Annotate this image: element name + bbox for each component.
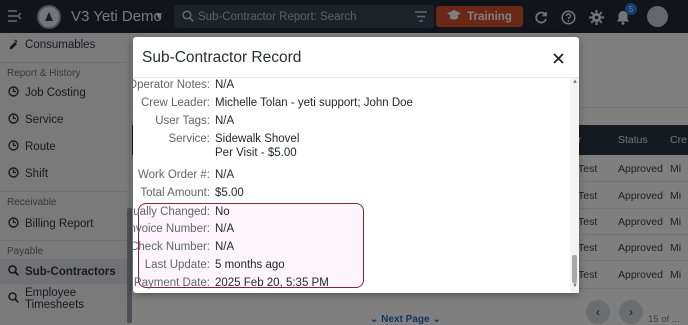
field-label: Manually Changed: bbox=[133, 206, 210, 218]
sub-contractor-record-modal: Sub-Contractor Record Operator Notes: N/… bbox=[133, 37, 579, 293]
modal-title: Sub-Contractor Record bbox=[142, 49, 302, 66]
field-value: 5 months ago bbox=[215, 259, 285, 271]
field-value: N/A bbox=[215, 241, 235, 253]
field-label: Service: bbox=[168, 133, 210, 145]
field-value-line2: Per Visit - $5.00 bbox=[215, 147, 297, 159]
field-value: No bbox=[215, 206, 230, 218]
field-value: N/A bbox=[215, 115, 235, 127]
field-value: N/A bbox=[215, 169, 235, 181]
field-label: Crew Leader: bbox=[140, 97, 210, 109]
field-label: Payment Date: bbox=[133, 277, 210, 289]
field-label: Last Update: bbox=[144, 259, 210, 271]
scroll-up-arrow-icon[interactable]: ▲ bbox=[572, 79, 578, 85]
close-icon[interactable] bbox=[551, 51, 565, 65]
field-label: Operator Notes: bbox=[133, 79, 210, 91]
modal-body: Operator Notes: N/A Crew Leader: Michell… bbox=[133, 78, 579, 293]
field-label: Total Amount: bbox=[140, 187, 210, 199]
modal-scrollbar-thumb[interactable] bbox=[572, 255, 577, 283]
field-value: N/A bbox=[215, 223, 235, 235]
field-label: Invoice Number: bbox=[133, 223, 210, 235]
field-value: $5.00 bbox=[215, 187, 244, 199]
field-label: Work Order #: bbox=[138, 169, 210, 181]
field-label: Check Number: bbox=[133, 241, 210, 253]
field-value: 2025 Feb 20, 5:35 PM bbox=[215, 277, 329, 289]
field-label: User Tags: bbox=[155, 115, 210, 127]
field-value: Michelle Tolan - yeti support; John Doe bbox=[215, 97, 413, 109]
field-value: Sidewalk Shovel bbox=[215, 133, 300, 145]
scroll-down-arrow-icon[interactable]: ▼ bbox=[572, 283, 578, 289]
field-value: N/A bbox=[215, 79, 235, 91]
